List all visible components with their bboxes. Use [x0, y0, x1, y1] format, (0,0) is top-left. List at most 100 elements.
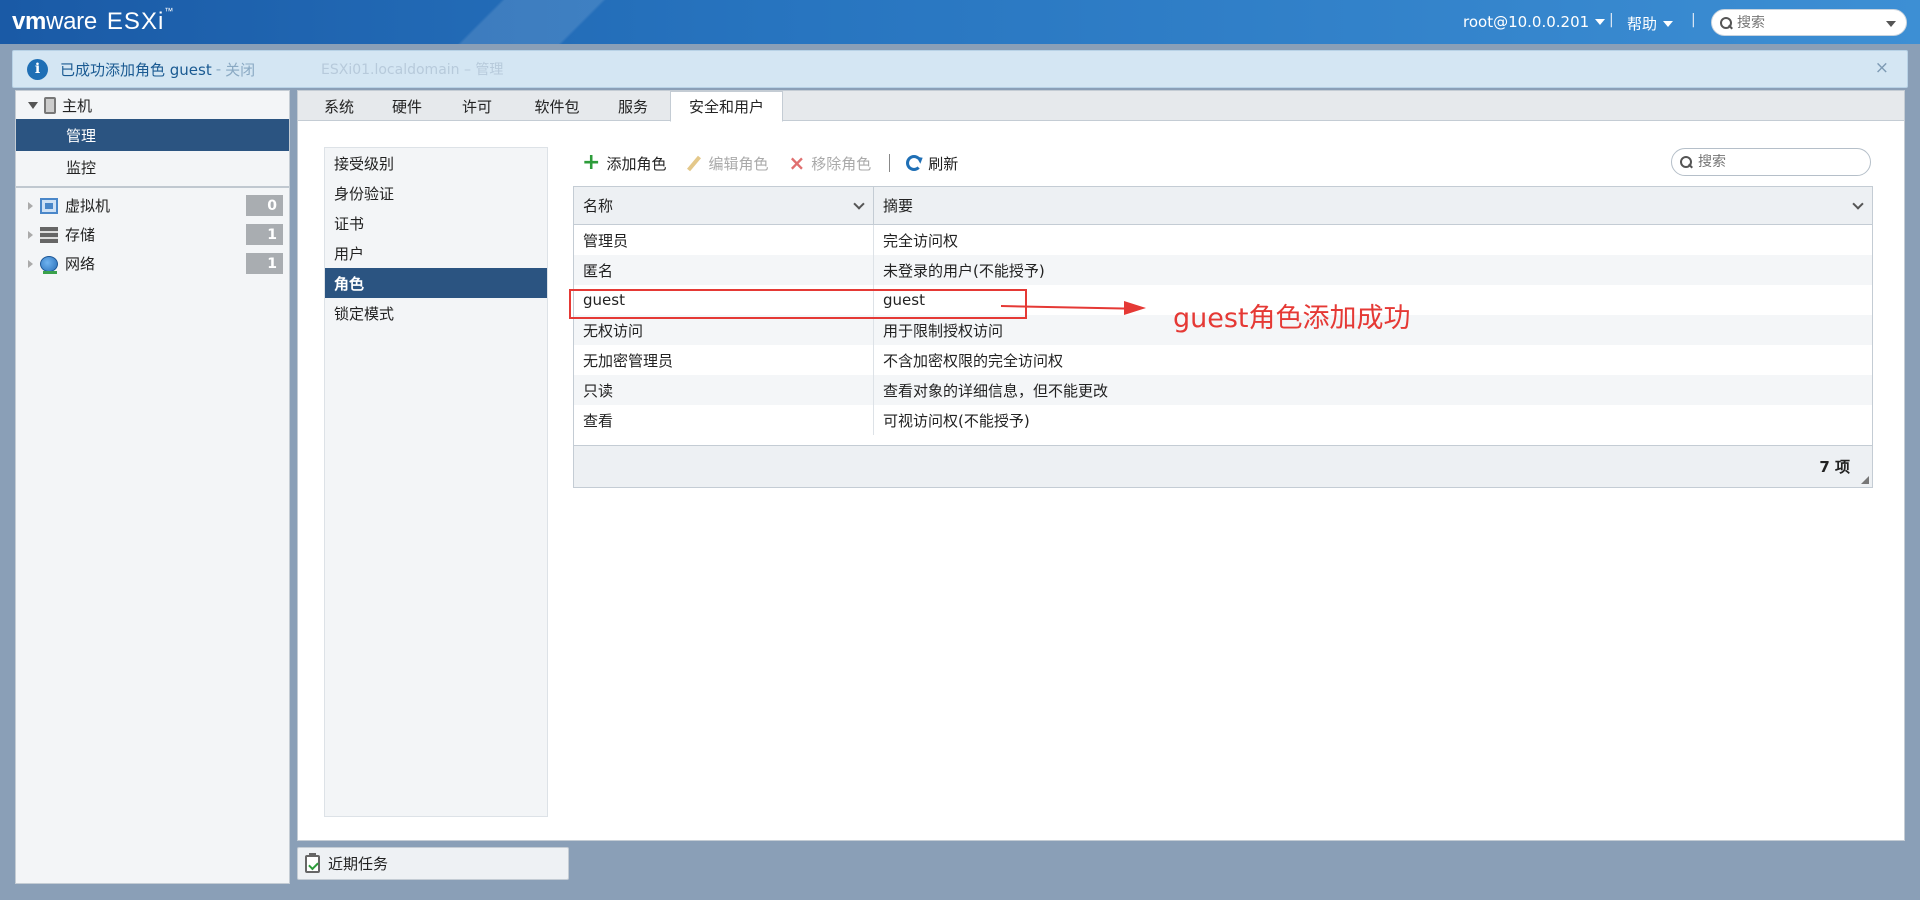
subnav-label: 用户	[334, 244, 365, 263]
count-badge: 1	[246, 224, 283, 245]
info-icon: i	[27, 58, 48, 80]
global-search[interactable]	[1711, 9, 1907, 36]
item-count: 7 项	[1819, 458, 1850, 476]
sidebar-host[interactable]: 主机	[16, 91, 289, 119]
subnav-acceptance-level[interactable]: 接受级别	[325, 148, 547, 178]
add-role-button[interactable]: + 添加角色	[582, 150, 666, 175]
expand-icon[interactable]	[28, 201, 33, 210]
subnav-users[interactable]: 用户	[325, 238, 547, 268]
sidebar-item-manage[interactable]: 管理	[16, 119, 289, 151]
security-subnav: 接受级别 身份验证 证书 用户 角色 锁定模式	[324, 147, 548, 817]
chevron-down-icon[interactable]	[1852, 198, 1864, 210]
plus-icon: +	[582, 150, 601, 175]
user-menu[interactable]: root@10.0.0.201	[1463, 13, 1606, 31]
table-row[interactable]: 查看 可视访问权(不能授予)	[574, 405, 1872, 435]
table-row[interactable]: 匿名 未登录的用户(不能授予)	[574, 255, 1872, 285]
count-badge: 0	[246, 195, 283, 216]
tab-license[interactable]: 许可	[448, 91, 506, 121]
remove-role-label: 移除角色	[811, 154, 872, 173]
roles-table: 名称 摘要 管理员 完全访问权 匿名 未登录的用户(不能授予) guest guest…	[573, 186, 1873, 488]
tab-security-users[interactable]: 安全和用户	[670, 91, 783, 122]
recent-tasks-label: 近期任务	[328, 855, 389, 873]
vm-icon	[40, 197, 58, 214]
help-menu[interactable]: 帮助	[1627, 13, 1674, 34]
resize-handle-icon[interactable]	[1861, 476, 1869, 484]
subnav-label: 身份验证	[334, 184, 395, 203]
cell-name: 查看	[574, 405, 874, 435]
annotation-highlight-box	[569, 289, 1027, 319]
tab-label: 服务	[617, 97, 648, 116]
sidebar-item-network[interactable]: 网络 1	[16, 249, 289, 278]
navigator-sidebar: 主机 管理 监控 虚拟机 0 存储 1 网络 1	[15, 90, 290, 884]
main-panel: 系统 硬件 许可 软件包 服务 安全和用户 接受级别 身份验证 证书 用户 角色…	[297, 90, 1905, 841]
notification-bar: i 已成功添加角色 guest - 关闭 ESXi01.localdomain …	[12, 50, 1908, 88]
logo-ware: ware	[46, 8, 97, 35]
tab-system[interactable]: 系统	[310, 91, 368, 121]
sidebar-item-label: 监控	[66, 158, 97, 177]
refresh-button[interactable]: 刷新	[906, 153, 958, 174]
chevron-down-icon[interactable]	[1886, 21, 1896, 27]
close-icon[interactable]: ×	[1875, 58, 1889, 78]
edit-role-button[interactable]: 编辑角色	[686, 153, 768, 174]
cell-summary: 未登录的用户(不能授予)	[883, 261, 1045, 280]
expand-icon[interactable]	[28, 230, 33, 239]
edit-role-label: 编辑角色	[708, 154, 769, 173]
column-header-name[interactable]: 名称	[574, 187, 874, 224]
chevron-down-icon[interactable]	[853, 198, 865, 210]
cell-name: 匿名	[574, 255, 874, 285]
roles-search-input[interactable]	[1698, 154, 1858, 170]
top-separator: |	[1609, 12, 1614, 28]
chevron-down-icon	[1663, 20, 1674, 27]
sidebar-item-storage[interactable]: 存储 1	[16, 220, 289, 249]
subnav-certificates[interactable]: 证书	[325, 208, 547, 238]
tab-packages[interactable]: 软件包	[520, 91, 594, 121]
remove-role-button[interactable]: × 移除角色	[788, 153, 871, 174]
search-icon	[1680, 156, 1692, 168]
subnav-authentication[interactable]: 身份验证	[325, 178, 547, 208]
column-header-summary[interactable]: 摘要	[874, 187, 1872, 224]
table-row[interactable]: 管理员 完全访问权	[574, 225, 1872, 255]
subnav-label: 角色	[334, 274, 365, 293]
subnav-roles[interactable]: 角色	[325, 268, 547, 298]
top-separator: |	[1691, 12, 1696, 28]
refresh-icon	[906, 155, 923, 171]
global-search-input[interactable]	[1737, 14, 1877, 31]
subnav-label: 证书	[334, 214, 365, 233]
tab-services[interactable]: 服务	[604, 91, 662, 121]
notification-dash: -	[215, 60, 222, 78]
tab-label: 安全和用户	[688, 98, 764, 116]
cell-name: 无加密管理员	[574, 345, 874, 375]
count-badge: 1	[246, 253, 283, 274]
pencil-icon	[686, 155, 702, 171]
tab-hardware[interactable]: 硬件	[378, 91, 436, 121]
table-header: 名称 摘要	[574, 187, 1872, 225]
help-label: 帮助	[1627, 15, 1658, 33]
expand-icon[interactable]	[28, 101, 38, 109]
subnav-label: 接受级别	[334, 154, 395, 173]
table-footer: 7 项	[574, 445, 1872, 487]
logo-vm: vm	[12, 8, 47, 35]
sidebar-item-label: 管理	[66, 126, 97, 145]
roles-search[interactable]	[1671, 148, 1871, 176]
table-row[interactable]: 无加密管理员 不含加密权限的完全访问权	[574, 345, 1872, 375]
subnav-lockdown-mode[interactable]: 锁定模式	[325, 298, 547, 328]
sidebar-item-label: 网络	[65, 255, 96, 273]
tab-bar: 系统 硬件 许可 软件包 服务 安全和用户	[298, 91, 1904, 122]
tab-label: 系统	[323, 97, 354, 116]
recent-tasks-button[interactable]: 近期任务	[297, 847, 569, 880]
top-bar: vmware ESXi™ root@10.0.0.201 | 帮助 |	[0, 0, 1920, 44]
notification-message: 已成功添加角色 guest	[60, 60, 212, 79]
table-row[interactable]: 只读 查看对象的详细信息，但不能更改	[574, 375, 1872, 405]
sidebar-item-monitor[interactable]: 监控	[16, 151, 289, 183]
notification-close-link[interactable]: 关闭	[225, 59, 255, 80]
sidebar-item-label: 虚拟机	[65, 197, 111, 215]
storage-icon	[40, 226, 58, 243]
sidebar-host-label: 主机	[62, 96, 93, 115]
annotation-arrow-head	[1124, 301, 1146, 315]
header-decoration	[380, 0, 740, 44]
sidebar-item-vms[interactable]: 虚拟机 0	[16, 191, 289, 220]
expand-icon[interactable]	[28, 259, 33, 268]
sidebar-divider	[16, 186, 289, 188]
tab-label: 许可	[461, 97, 492, 116]
column-label: 名称	[583, 197, 614, 215]
